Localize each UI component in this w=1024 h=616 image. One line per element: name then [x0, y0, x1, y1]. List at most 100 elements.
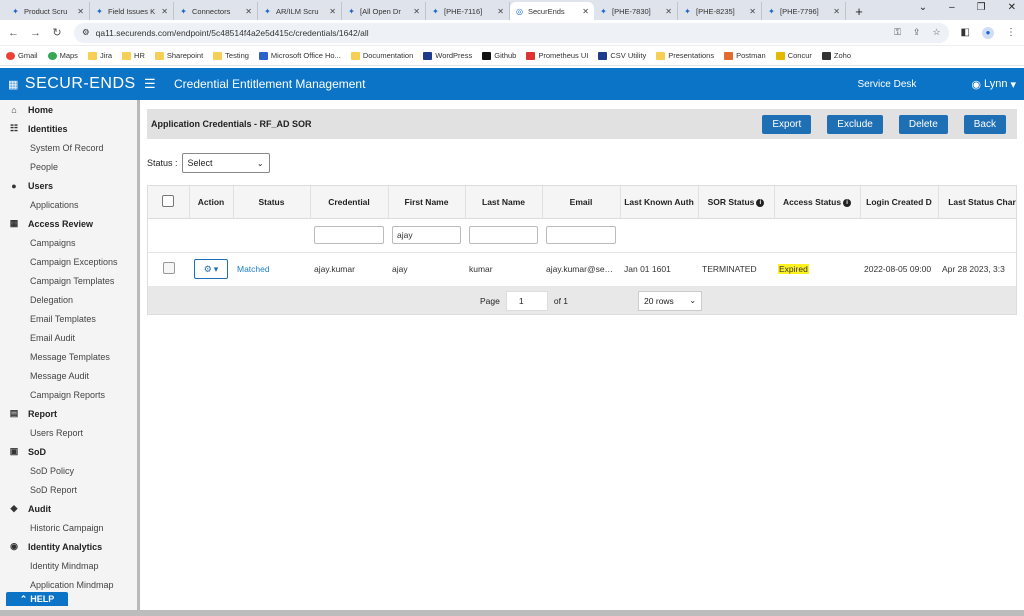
col-login-created[interactable]: Login Created D	[860, 186, 939, 219]
bookmark-item[interactable]: Microsoft Office Ho...	[258, 51, 341, 60]
browser-tab[interactable]: ◎ SecurEnds ✕	[510, 2, 594, 20]
sidebar-item-sod-report[interactable]: SoD Report	[0, 480, 137, 499]
bookmark-item[interactable]: CSV Utility	[598, 51, 646, 60]
restore-icon[interactable]: ❐	[977, 2, 986, 13]
tab-close-icon[interactable]: ✕	[833, 7, 840, 16]
sidebar-item-campaigns[interactable]: Campaigns	[0, 233, 137, 252]
browser-menu-icon[interactable]: ⋮	[1006, 27, 1016, 38]
side-panel-icon[interactable]: ◧	[961, 27, 970, 38]
col-credential[interactable]: Credential	[310, 186, 389, 219]
back-arrow-icon[interactable]: ←	[8, 27, 19, 39]
tab-search-icon[interactable]: ⌄	[919, 2, 927, 13]
url-field[interactable]: ⚙ qa11.securends.com/endpoint/5c48514f4a…	[74, 22, 949, 43]
row-checkbox[interactable]	[162, 262, 175, 274]
service-desk-link[interactable]: Service Desk	[858, 79, 917, 90]
bookmark-star-icon[interactable]: ☆	[932, 27, 940, 38]
bookmark-item[interactable]: HR	[122, 51, 145, 60]
new-tab-button[interactable]: +	[850, 2, 868, 20]
forward-arrow-icon[interactable]: →	[30, 27, 41, 39]
sidebar-item-users[interactable]: ● Users	[0, 176, 137, 195]
user-menu[interactable]: ◉ Lynn ▾	[971, 78, 1016, 91]
browser-tab[interactable]: ✦ [All Open Dr ✕	[342, 2, 426, 20]
apps-grid-icon[interactable]: ▦	[8, 78, 19, 91]
site-info-icon[interactable]: ⚙	[82, 27, 90, 38]
tab-close-icon[interactable]: ✕	[665, 7, 672, 16]
bookmark-item[interactable]: Zoho	[821, 51, 851, 60]
col-access-status[interactable]: Access Status i	[774, 186, 861, 219]
browser-tab[interactable]: ✦ Product Scru ✕	[6, 2, 90, 20]
browser-tab[interactable]: ✦ [PHE-7116] ✕	[426, 2, 510, 20]
last-name-filter-input[interactable]	[469, 226, 538, 244]
password-key-icon[interactable]: ⚿	[894, 27, 901, 38]
reload-icon[interactable]: ↻	[52, 26, 62, 39]
sidebar-item-home[interactable]: ⌂ Home	[0, 100, 137, 119]
rows-per-page-select[interactable]: 20 rows ⌄	[638, 290, 703, 311]
col-sor-status[interactable]: SOR Status i	[698, 186, 775, 219]
sidebar-item-sod[interactable]: ▣ SoD	[0, 442, 137, 461]
browser-tab[interactable]: ✦ [PHE-7830] ✕	[594, 2, 678, 20]
tab-close-icon[interactable]: ✕	[582, 7, 589, 16]
close-window-icon[interactable]: ✕	[1008, 2, 1016, 13]
brand-logo[interactable]: ▦ SECUR-ENDS	[0, 75, 140, 93]
bookmark-item[interactable]: Jira	[87, 51, 112, 60]
browser-tab[interactable]: ✦ Connectors ✕	[174, 2, 258, 20]
tab-close-icon[interactable]: ✕	[245, 7, 252, 16]
bookmark-item[interactable]: Sharepoint	[154, 51, 203, 60]
sidebar-item-campaign-templates[interactable]: Campaign Templates	[0, 271, 137, 290]
tab-close-icon[interactable]: ✕	[749, 7, 756, 16]
sidebar-item-sod-policy[interactable]: SoD Policy	[0, 461, 137, 480]
sidebar-item-identity-analytics[interactable]: ◉ Identity Analytics	[0, 537, 137, 556]
browser-tab[interactable]: ✦ [PHE-8235] ✕	[678, 2, 762, 20]
sidebar-item-campaign-reports[interactable]: Campaign Reports	[0, 385, 137, 404]
browser-tab[interactable]: ✦ AR/ILM Scru ✕	[258, 2, 342, 20]
delete-button[interactable]: Delete	[898, 114, 948, 134]
bookmark-item[interactable]: Testing	[213, 51, 249, 60]
tab-close-icon[interactable]: ✕	[77, 7, 84, 16]
sidebar-item-applications[interactable]: Applications	[0, 195, 137, 214]
sidebar-item-email-audit[interactable]: Email Audit	[0, 328, 137, 347]
tab-close-icon[interactable]: ✕	[497, 7, 504, 16]
bookmark-item[interactable]: Presentations	[656, 51, 714, 60]
sidebar-item-delegation[interactable]: Delegation	[0, 290, 137, 309]
page-number-input[interactable]: 1	[505, 290, 548, 311]
sidebar-item-people[interactable]: People	[0, 157, 137, 176]
hamburger-menu-icon[interactable]: ☰	[144, 76, 166, 92]
col-email[interactable]: Email	[542, 186, 621, 219]
sidebar-item-users-report[interactable]: Users Report	[0, 423, 137, 442]
sidebar-item-identity-mindmap[interactable]: Identity Mindmap	[0, 556, 137, 575]
bookmark-item[interactable]: Concur	[775, 51, 812, 60]
bookmark-item[interactable]: Postman	[724, 51, 766, 60]
help-button[interactable]: ⌃ HELP	[6, 592, 68, 606]
horizontal-scrollbar[interactable]	[0, 610, 1024, 616]
export-button[interactable]: Export	[762, 114, 812, 134]
browser-tab[interactable]: ✦ Field Issues K ✕	[90, 2, 174, 20]
exclude-button[interactable]: Exclude	[827, 114, 883, 134]
sidebar-item-report[interactable]: ▤ Report	[0, 404, 137, 423]
bookmark-item[interactable]: Github	[482, 51, 516, 60]
minimize-icon[interactable]: –	[949, 2, 955, 13]
status-link[interactable]: Matched	[237, 264, 270, 274]
tab-close-icon[interactable]: ✕	[329, 7, 336, 16]
sidebar-item-access-review[interactable]: ▦ Access Review	[0, 214, 137, 233]
sidebar-item-historic-campaign[interactable]: Historic Campaign	[0, 518, 137, 537]
tab-close-icon[interactable]: ✕	[161, 7, 168, 16]
tab-close-icon[interactable]: ✕	[413, 7, 420, 16]
email-filter-input[interactable]	[546, 226, 616, 244]
first-name-filter-input[interactable]: ajay	[392, 226, 461, 244]
bookmark-item[interactable]: Maps	[47, 51, 78, 60]
bookmark-item[interactable]: Prometheus UI	[526, 51, 588, 60]
bookmark-item[interactable]: Documentation	[350, 51, 413, 60]
sidebar-item-campaign-exceptions[interactable]: Campaign Exceptions	[0, 252, 137, 271]
sidebar-item-audit[interactable]: ◆ Audit	[0, 499, 137, 518]
col-last-known-auth[interactable]: Last Known Auth	[620, 186, 699, 219]
bookmark-item[interactable]: WordPress	[423, 51, 472, 60]
sidebar-item-email-templates[interactable]: Email Templates	[0, 309, 137, 328]
col-action[interactable]: Action	[189, 186, 234, 219]
info-icon[interactable]: i	[843, 198, 852, 207]
sidebar-item-system-of-record[interactable]: System Of Record	[0, 138, 137, 157]
browser-tab[interactable]: ✦ [PHE-7796] ✕	[762, 2, 846, 20]
bookmark-item[interactable]: Gmail	[6, 51, 38, 60]
select-all-checkbox[interactable]	[162, 194, 175, 207]
profile-avatar-icon[interactable]: ●	[982, 26, 994, 39]
info-icon[interactable]: i	[756, 198, 765, 207]
